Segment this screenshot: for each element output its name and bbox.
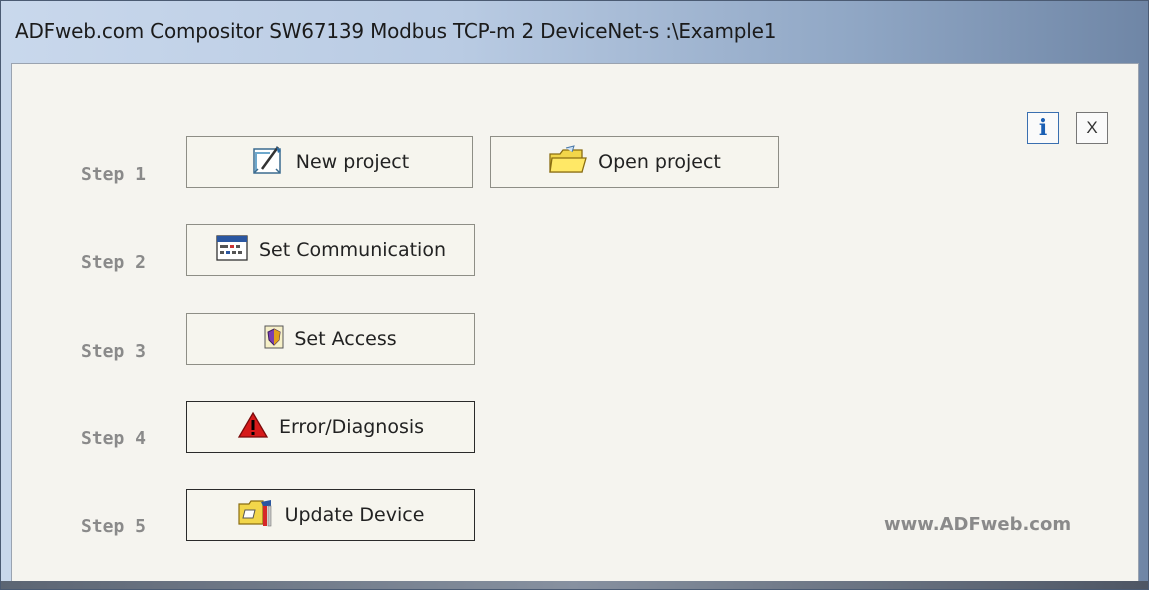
window-title: ADFweb.com Compositor SW67139 Modbus TCP… (15, 19, 777, 43)
communication-settings-icon (215, 233, 249, 268)
warning-icon (237, 411, 269, 444)
update-device-button[interactable]: Update Device (186, 489, 475, 541)
folder-open-icon (548, 144, 588, 181)
close-button[interactable]: X (1076, 112, 1108, 144)
access-shield-icon (264, 325, 284, 354)
close-icon: X (1086, 118, 1098, 137)
new-project-button[interactable]: New project (186, 136, 473, 188)
step-5-label: Step 5 (81, 516, 147, 537)
window-bottom-border (1, 581, 1148, 589)
title-bar[interactable]: ADFweb.com Compositor SW67139 Modbus TCP… (1, 1, 1148, 63)
set-access-label: Set Access (294, 328, 397, 350)
update-device-icon (237, 496, 275, 535)
error-diagnosis-label: Error/Diagnosis (278, 416, 425, 438)
update-device-label: Update Device (284, 504, 425, 526)
info-icon: i (1038, 115, 1048, 141)
step-4-label: Step 4 (81, 428, 147, 449)
website-link[interactable]: www.ADFweb.com (884, 514, 1071, 535)
step-3-label: Step 3 (81, 341, 147, 362)
step-1-label: Step 1 (81, 164, 147, 185)
new-project-icon (250, 143, 286, 182)
set-communication-button[interactable]: Set Communication (186, 224, 475, 276)
app-window: ADFweb.com Compositor SW67139 Modbus TCP… (0, 0, 1149, 590)
set-communication-label: Set Communication (259, 239, 446, 261)
new-project-label: New project (295, 151, 410, 173)
set-access-button[interactable]: Set Access (186, 313, 475, 365)
open-project-button[interactable]: Open project (490, 136, 779, 188)
error-diagnosis-button[interactable]: Error/Diagnosis (186, 401, 475, 453)
main-panel: i X Step 1 Step 2 Step 3 Step 4 Step 5 N… (11, 63, 1139, 583)
step-2-label: Step 2 (81, 252, 147, 273)
info-button[interactable]: i (1027, 112, 1059, 144)
open-project-label: Open project (598, 151, 721, 173)
